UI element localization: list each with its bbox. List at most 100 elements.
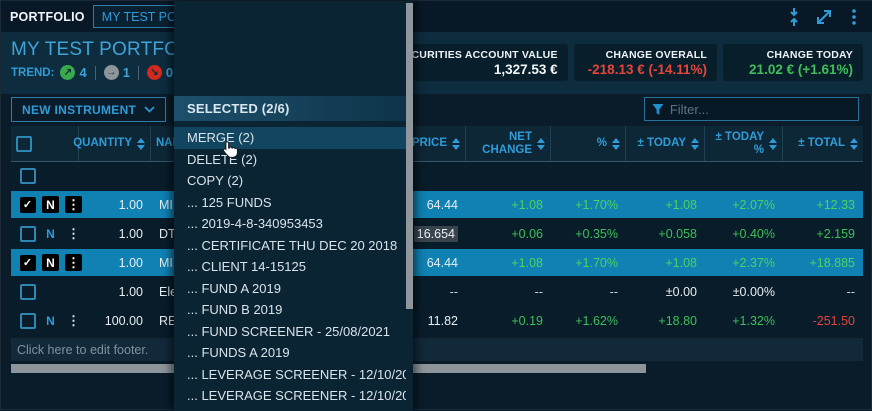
row-checkbox[interactable] — [20, 284, 36, 300]
select-all-checkbox[interactable] — [16, 136, 32, 152]
column-header-pct[interactable]: % — [551, 126, 626, 161]
menu-item-portfolio[interactable]: ... FUND SCREENER - 25/08/2021 — [174, 321, 406, 343]
kebab-menu-icon[interactable] — [845, 8, 863, 26]
select-all-header[interactable] — [11, 126, 79, 161]
quantity-cell: 1.00 — [79, 285, 151, 299]
menu-item-portfolio[interactable]: ... LEVERAGE SCREENER - 12/10/2020 — [174, 364, 406, 386]
trend-flat: → 1 — [104, 65, 130, 80]
footer-edit-text: Click here to edit footer. — [17, 343, 148, 357]
row-checkbox[interactable]: ✓ — [20, 255, 36, 271]
menu-item-portfolio[interactable]: ... LEVERAGE SCREENER - 12/10/2020 — [174, 385, 406, 407]
today-pct-cell: +2.07% — [705, 198, 783, 212]
stat-change-today: CHANGE TODAY 21.02 € (+1.61%) — [723, 44, 863, 81]
menu-item-merge[interactable]: MERGE (2) — [174, 127, 406, 149]
quantity-cell: 1.00 — [79, 227, 151, 241]
menu-item-copy[interactable]: COPY (2) — [174, 170, 406, 192]
trend-label: TREND: — [11, 67, 54, 79]
column-header-today-pct[interactable]: ± TODAY % — [705, 126, 783, 161]
quantity-cell: 1.00 — [79, 256, 151, 270]
filter-input[interactable] — [670, 102, 851, 117]
trend-summary: TREND: ↗ 4 → 1 ↘ 0 — [11, 65, 173, 80]
today-pct-cell: +2.37% — [705, 256, 783, 270]
table-header-row: QUANTITY NAME PRICE NET CHANGE % ± TODAY… — [11, 126, 863, 162]
trend-flat-icon: → — [104, 65, 119, 80]
footer-edit-bar[interactable]: Click here to edit footer. — [11, 338, 863, 361]
stat-value: 21.02 € (+1.61%) — [737, 62, 853, 77]
sort-icon — [769, 138, 777, 150]
pct-cell: +1.70% — [551, 256, 626, 270]
menu-item-portfolio[interactable]: ... CERTIFICATE THU DEC 20 2018 — [174, 235, 406, 257]
menu-item-portfolio[interactable]: ... FUND A 2019 — [174, 278, 406, 300]
today-cell: +1.08 — [626, 256, 705, 270]
table-row[interactable]: N ⋮ 100.00 RE 11.82 +0.19 +1.62% +18.80 … — [11, 307, 863, 336]
trend-up: ↗ 4 — [60, 65, 86, 80]
menu-item-delete[interactable]: DELETE (2) — [174, 149, 406, 171]
filter-field — [644, 97, 859, 121]
table-row[interactable] — [11, 162, 863, 191]
trend-separator — [138, 66, 139, 80]
menu-item-portfolio[interactable]: ... FUNDS A 2019 — [174, 342, 406, 364]
trend-up-icon: ↗ — [60, 65, 75, 80]
context-menu: SELECTED (2/6) MERGE (2) DELETE (2) COPY… — [174, 1, 413, 411]
stat-value: 1,327.53 € — [397, 62, 558, 77]
today-pct-cell: +1.32% — [705, 314, 783, 328]
row-checkbox[interactable] — [20, 226, 36, 242]
today-cell: +18.80 — [626, 314, 705, 328]
total-cell: +2.159 — [783, 227, 863, 241]
today-pct-cell: ±0.00% — [705, 285, 783, 299]
menu-item-portfolio[interactable]: ... 125 FUNDS — [174, 192, 406, 214]
row-checkbox[interactable]: ✓ — [20, 197, 36, 213]
pct-cell: +0.35% — [551, 227, 626, 241]
table-row[interactable]: N ⋮ 1.00 DT 16.654 +0.06 +0.35% +0.058 +… — [11, 220, 863, 249]
column-header-total[interactable]: ± TOTAL — [783, 126, 863, 161]
table-row[interactable]: ✓ N ⋮ 1.00 MI 64.44 +1.08 +1.70% +1.08 +… — [11, 249, 863, 278]
trend-separator — [95, 66, 96, 80]
menu-item-portfolio[interactable]: ... FUND B 2019 — [174, 299, 406, 321]
menu-item-portfolio[interactable]: ... 2019-4-8-340953453 — [174, 213, 406, 235]
today-cell: ±0.00 — [626, 285, 705, 299]
menu-item-portfolio[interactable]: ... CLIENT 14-15125 — [174, 256, 406, 278]
sort-icon — [691, 138, 699, 150]
portfolio-label: PORTFOLIO — [10, 10, 85, 24]
today-cell: +0.058 — [626, 227, 705, 241]
top-bar: PORTFOLIO MY TEST PORTFOLIO — [1, 1, 872, 32]
expand-diagonal-icon[interactable] — [815, 8, 833, 26]
column-header-quantity[interactable]: QUANTITY — [79, 126, 151, 161]
sort-icon — [137, 138, 145, 150]
column-header-net-change[interactable]: NET CHANGE — [466, 126, 551, 161]
pct-cell: +1.70% — [551, 198, 626, 212]
collapse-vertical-icon[interactable] — [785, 8, 803, 26]
new-instrument-button[interactable]: NEW INSTRUMENT — [11, 97, 166, 122]
today-cell: +1.08 — [626, 198, 705, 212]
trend-down: ↘ 0 — [147, 65, 173, 80]
trend-flat-count: 1 — [123, 65, 130, 80]
row-checkbox[interactable] — [20, 313, 36, 329]
panel-header: MY TEST PORTFOLIO TREND: ↗ 4 → 1 ↘ 0 SEC… — [1, 32, 872, 94]
total-cell: -- — [783, 285, 863, 299]
quantity-cell: 1.00 — [79, 198, 151, 212]
column-header-today[interactable]: ± TODAY — [626, 126, 705, 161]
trend-down-icon: ↘ — [147, 65, 162, 80]
net-change-cell: +1.08 — [466, 256, 551, 270]
table-row[interactable]: 1.00 Ele -- -- -- ±0.00 ±0.00% -- — [11, 278, 863, 307]
table-body: ✓ N ⋮ 1.00 MI 64.44 +1.08 +1.70% +1.08 +… — [11, 162, 863, 336]
sort-icon — [612, 138, 620, 150]
new-badge: N — [42, 196, 59, 213]
context-menu-header: SELECTED (2/6) — [174, 96, 406, 121]
pct-cell: +1.62% — [551, 314, 626, 328]
net-change-cell: +1.08 — [466, 198, 551, 212]
context-menu-scrollbar[interactable] — [406, 3, 413, 309]
new-badge: N — [42, 254, 59, 271]
net-change-cell: +0.19 — [466, 314, 551, 328]
sort-icon — [452, 138, 460, 150]
net-change-cell: -- — [466, 285, 551, 299]
row-checkbox[interactable] — [20, 168, 36, 184]
trend-down-count: 0 — [166, 65, 173, 80]
table-row[interactable]: ✓ N ⋮ 1.00 MI 64.44 +1.08 +1.70% +1.08 +… — [11, 191, 863, 220]
total-cell: +18.885 — [783, 256, 863, 270]
total-cell: +12.33 — [783, 198, 863, 212]
today-pct-cell: +0.40% — [705, 227, 783, 241]
stat-change-overall: CHANGE OVERALL -218.13 € (-14.11%) — [574, 44, 717, 81]
new-badge: N — [42, 312, 59, 329]
pct-cell: -- — [551, 285, 626, 299]
